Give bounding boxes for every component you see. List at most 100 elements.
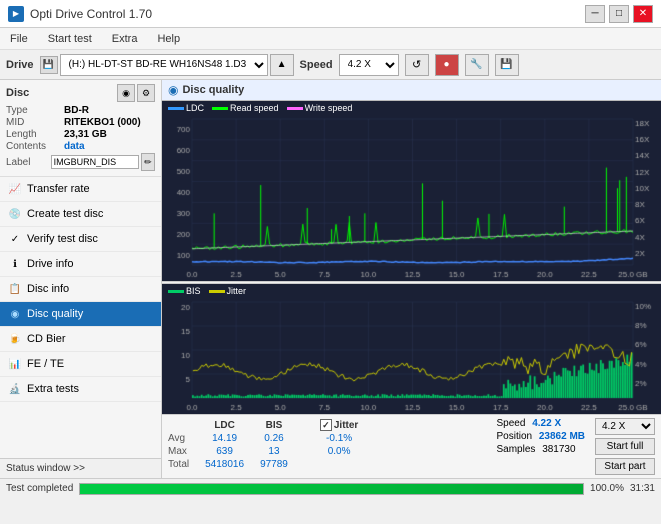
speed-selector[interactable]: 4.2 X xyxy=(339,54,399,76)
nav-verify-test-disc[interactable]: ✓ Verify test disc xyxy=(0,227,161,252)
nav-disc-info[interactable]: 📋 Disc info xyxy=(0,277,161,302)
disc-type-row: Type BD-R xyxy=(6,105,155,116)
bottom-chart: BIS Jitter xyxy=(162,284,661,414)
refresh-button[interactable]: ↺ xyxy=(405,54,429,76)
speed-info-label: Speed xyxy=(497,418,526,429)
max-bis: 13 xyxy=(252,445,296,458)
start-part-button[interactable]: Start part xyxy=(595,458,655,475)
drive-label: Drive xyxy=(6,59,34,71)
drive-selector[interactable]: (H:) HL-DT-ST BD-RE WH16NS48 1.D3 xyxy=(60,54,268,76)
jitter-checkbox[interactable]: ✓ xyxy=(320,419,332,431)
speed-label: Speed xyxy=(300,59,333,71)
avg-ldc: 14.19 xyxy=(197,432,252,445)
create-test-disc-icon: 💿 xyxy=(8,207,22,221)
nav-verify-test-disc-label: Verify test disc xyxy=(27,233,98,245)
chart-header-icon: ◉ xyxy=(168,83,178,97)
col-header-spacer xyxy=(296,418,312,432)
nav-transfer-rate[interactable]: 📈 Transfer rate xyxy=(0,177,161,202)
ldc-legend-label: LDC xyxy=(186,103,204,113)
menu-file[interactable]: File xyxy=(4,31,34,47)
progress-bar-fill xyxy=(80,484,583,494)
position-info-label: Position xyxy=(497,431,533,442)
speed-dropdown[interactable]: 4.2 X xyxy=(595,418,655,435)
save-button[interactable]: 💾 xyxy=(495,54,519,76)
cd-bier-icon: 🍺 xyxy=(8,332,22,346)
nav-extra-tests[interactable]: 🔬 Extra tests xyxy=(0,377,161,402)
bis-legend-color xyxy=(168,290,184,293)
position-row: Position 23862 MB xyxy=(497,431,586,442)
minimize-button[interactable]: ─ xyxy=(585,5,605,23)
label-edit-btn[interactable]: ✏ xyxy=(141,153,155,171)
menu-start-test[interactable]: Start test xyxy=(42,31,98,47)
bis-legend: BIS xyxy=(168,286,201,296)
read-speed-legend-color xyxy=(212,107,228,110)
status-window-button[interactable]: Status window >> xyxy=(0,458,161,478)
max-label: Max xyxy=(168,445,197,458)
nav-drive-info-label: Drive info xyxy=(27,258,73,270)
menu-help[interactable]: Help xyxy=(151,31,186,47)
app-icon xyxy=(8,6,24,22)
disc-icon-btn-1[interactable]: ◉ xyxy=(117,84,135,102)
nav-create-test-disc[interactable]: 💿 Create test disc xyxy=(0,202,161,227)
main-layout: Disc ◉ ⚙ Type BD-R MID RITEKBO1 (000) Le… xyxy=(0,80,661,478)
stats-area: LDC BIS ✓ Jitter xyxy=(162,414,661,478)
jitter-col-label: Jitter xyxy=(334,420,358,431)
avg-bis: 0.26 xyxy=(252,432,296,445)
stats-table: LDC BIS ✓ Jitter xyxy=(168,418,487,471)
position-info-value: 23862 MB xyxy=(539,431,585,442)
max-jitter: 0.0% xyxy=(312,445,366,458)
avg-label: Avg xyxy=(168,432,197,445)
nav-items: 📈 Transfer rate 💿 Create test disc ✓ Ver… xyxy=(0,177,161,458)
menu-extra[interactable]: Extra xyxy=(106,31,144,47)
disc-mid-row: MID RITEKBO1 (000) xyxy=(6,117,155,128)
bottom-chart-canvas xyxy=(162,284,661,414)
settings-button[interactable]: ● xyxy=(435,54,459,76)
close-button[interactable]: ✕ xyxy=(633,5,653,23)
disc-label-field: Label xyxy=(6,157,51,168)
chart-header: ◉ Disc quality xyxy=(162,80,661,101)
info-button[interactable]: 🔧 xyxy=(465,54,489,76)
drive-bar: Drive 💾 (H:) HL-DT-ST BD-RE WH16NS48 1.D… xyxy=(0,50,661,80)
disc-label-input[interactable] xyxy=(51,155,139,169)
start-full-button[interactable]: Start full xyxy=(595,438,655,455)
progress-bar-container xyxy=(79,483,584,495)
nav-fe-te-label: FE / TE xyxy=(27,358,64,370)
max-spacer xyxy=(296,445,312,458)
type-value: BD-R xyxy=(64,105,89,116)
jitter-legend-label: Jitter xyxy=(227,286,247,296)
bis-legend-label: BIS xyxy=(186,286,201,296)
progress-percent: 100.0% xyxy=(590,483,624,494)
nav-fe-te[interactable]: 📊 FE / TE xyxy=(0,352,161,377)
total-bis: 97789 xyxy=(252,458,296,471)
maximize-button[interactable]: □ xyxy=(609,5,629,23)
right-panel: ◉ Disc quality LDC Read speed xyxy=(162,80,661,478)
disc-icon-btn-2[interactable]: ⚙ xyxy=(137,84,155,102)
app-title: Opti Drive Control 1.70 xyxy=(30,7,152,21)
top-chart-canvas xyxy=(162,101,661,281)
read-speed-legend: Read speed xyxy=(212,103,279,113)
write-speed-legend-label: Write speed xyxy=(305,103,353,113)
title-bar: Opti Drive Control 1.70 ─ □ ✕ xyxy=(0,0,661,28)
nav-cd-bier[interactable]: 🍺 CD Bier xyxy=(0,327,161,352)
top-chart-legend: LDC Read speed Write speed xyxy=(168,103,352,113)
chart-title: Disc quality xyxy=(182,84,244,96)
disc-header: Disc ◉ ⚙ xyxy=(6,84,155,102)
progress-time: 31:31 xyxy=(630,483,655,494)
top-chart: LDC Read speed Write speed xyxy=(162,101,661,281)
total-ldc: 5418016 xyxy=(197,458,252,471)
speed-position-info: Speed 4.22 X Position 23862 MB Samples 3… xyxy=(497,418,586,455)
col-header-empty xyxy=(168,418,197,432)
disc-icon-buttons: ◉ ⚙ xyxy=(117,84,155,102)
title-bar-left: Opti Drive Control 1.70 xyxy=(8,6,152,22)
ldc-legend-color xyxy=(168,107,184,110)
contents-value: data xyxy=(64,141,85,152)
bottom-chart-legend: BIS Jitter xyxy=(168,286,246,296)
write-speed-legend: Write speed xyxy=(287,103,353,113)
menu-bar: File Start test Extra Help xyxy=(0,28,661,50)
status-label: Test completed xyxy=(6,483,73,494)
nav-drive-info[interactable]: ℹ Drive info xyxy=(0,252,161,277)
disc-label-row: Label ✏ xyxy=(6,153,155,171)
nav-disc-quality[interactable]: ◉ Disc quality xyxy=(0,302,161,327)
total-row: Total 5418016 97789 xyxy=(168,458,366,471)
eject-button[interactable]: ▲ xyxy=(270,54,294,76)
